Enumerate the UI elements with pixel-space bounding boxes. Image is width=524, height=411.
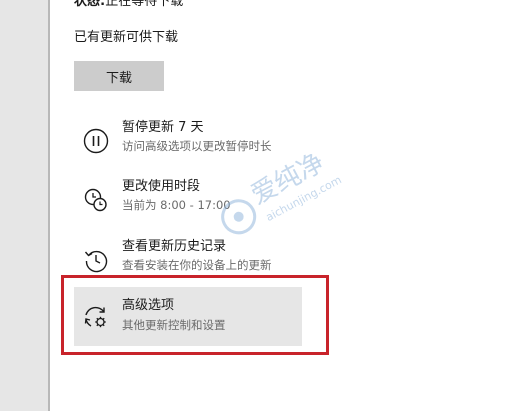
history-icon bbox=[84, 250, 108, 273]
left-nav-strip bbox=[0, 0, 48, 411]
pause-icon bbox=[83, 128, 109, 154]
option-title: 暂停更新 7 天 bbox=[122, 120, 204, 135]
status-label: 状态: bbox=[74, 0, 106, 9]
watermark-logo: 爱纯净 aichunjing.com bbox=[221, 148, 344, 235]
download-button[interactable]: 下载 bbox=[74, 61, 164, 91]
clock-icon bbox=[84, 188, 107, 212]
status-value: 正在等待下载 bbox=[105, 0, 184, 9]
update-status: 状态:正在等待下载 bbox=[74, 0, 183, 10]
option-title: 更改使用时段 bbox=[122, 179, 201, 194]
update-available-text: 已有更新可供下载 bbox=[74, 30, 179, 45]
highlight-annotation-box bbox=[61, 275, 329, 355]
nav-divider bbox=[48, 0, 50, 411]
option-subtitle: 查看安装在你的设备上的更新 bbox=[122, 258, 272, 272]
